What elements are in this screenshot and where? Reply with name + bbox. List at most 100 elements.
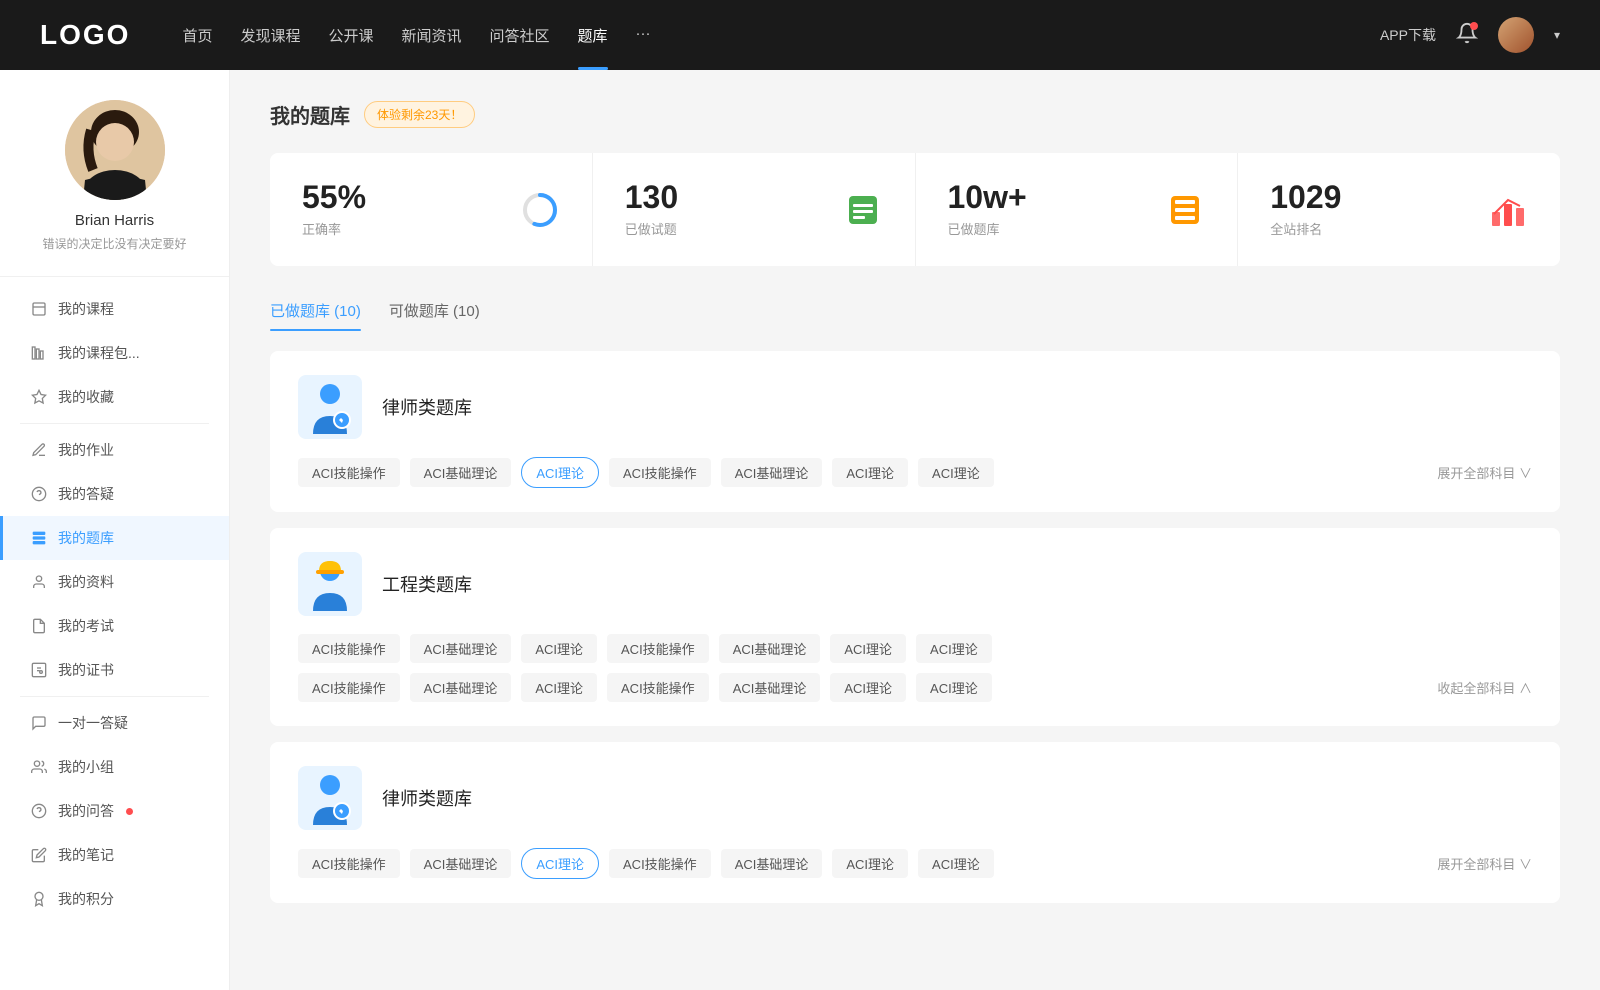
tag[interactable]: ACI技能操作: [609, 458, 711, 487]
sidebar-item-profile[interactable]: 我的资料: [0, 560, 229, 604]
packages-icon: [30, 344, 48, 362]
nav-qa[interactable]: 问答社区: [490, 25, 550, 46]
stats-row: 55% 正确率 130 已做试题: [270, 153, 1560, 266]
sidebar-item-homework[interactable]: 我的作业: [0, 428, 229, 472]
sidebar-item-courses[interactable]: 我的课程: [0, 287, 229, 331]
tag[interactable]: ACI技能操作: [298, 849, 400, 878]
notification-dot: [1470, 22, 1478, 30]
my-questions-badge: [126, 808, 133, 815]
tag[interactable]: ACI理论: [918, 849, 994, 878]
nav-question-bank[interactable]: 题库: [578, 25, 608, 46]
avatar-chevron-icon[interactable]: ▾: [1554, 28, 1560, 42]
expand-link-lawyer1[interactable]: 展开全部科目 ∨: [1437, 463, 1532, 482]
sidebar-item-certificates[interactable]: 我的证书: [0, 648, 229, 692]
tag[interactable]: ACI技能操作: [298, 673, 400, 702]
packages-label: 我的课程包...: [58, 343, 140, 363]
stat-ranking: 1029 全站排名: [1238, 153, 1560, 266]
tag[interactable]: ACI理论: [832, 849, 908, 878]
profile-avatar: [65, 100, 165, 200]
tag[interactable]: ACI基础理论: [410, 634, 512, 663]
lawyer2-name: 律师类题库: [382, 785, 472, 811]
tag[interactable]: ACI技能操作: [298, 458, 400, 487]
ranking-value: 1029: [1270, 181, 1472, 213]
tag[interactable]: ACI技能操作: [298, 634, 400, 663]
tag[interactable]: ACI技能操作: [609, 849, 711, 878]
page-layout: Brian Harris 错误的决定比没有决定要好 我的课程 我的课程包...: [0, 70, 1600, 990]
stat-accuracy: 55% 正确率: [270, 153, 593, 266]
homework-icon: [30, 441, 48, 459]
notification-bell[interactable]: [1456, 22, 1478, 49]
profile-label: 我的资料: [58, 572, 114, 592]
tag[interactable]: ACI理论: [832, 458, 908, 487]
tab-available-banks[interactable]: 可做题库 (10): [389, 290, 480, 331]
page-title: 我的题库: [270, 100, 350, 129]
sidebar-username: Brian Harris: [20, 212, 209, 229]
tag[interactable]: ACI基础理论: [410, 458, 512, 487]
tag[interactable]: ACI基础理论: [719, 634, 821, 663]
sidebar-item-groups[interactable]: 我的小组: [0, 745, 229, 789]
ranking-icon: [1488, 190, 1528, 230]
tutoring-label: 一对一答疑: [58, 713, 128, 733]
lawyer2-icon: [298, 766, 362, 830]
tag[interactable]: ACI基础理论: [410, 849, 512, 878]
tabs: 已做题库 (10) 可做题库 (10): [270, 290, 1560, 331]
sidebar-item-question-bank[interactable]: 我的题库: [0, 516, 229, 560]
tag[interactable]: ACI理论: [916, 634, 992, 663]
profile-icon: [30, 573, 48, 591]
favorites-label: 我的收藏: [58, 387, 114, 407]
sidebar-item-packages[interactable]: 我的课程包...: [0, 331, 229, 375]
done-questions-icon: [843, 190, 883, 230]
nav-more[interactable]: ···: [636, 25, 651, 46]
divider-1: [20, 423, 209, 424]
question-bank-label: 我的题库: [58, 528, 114, 548]
logo[interactable]: LOGO: [40, 19, 130, 51]
tag-active[interactable]: ACI理论: [521, 457, 599, 488]
tag[interactable]: ACI技能操作: [607, 673, 709, 702]
nav-links: 首页 发现课程 公开课 新闻资讯 问答社区 题库 ···: [182, 25, 1348, 46]
stat-done-banks: 10w+ 已做题库: [916, 153, 1239, 266]
bank-card-lawyer2: 律师类题库 ACI技能操作 ACI基础理论 ACI理论 ACI技能操作 ACI基…: [270, 742, 1560, 903]
tag[interactable]: ACI理论: [521, 673, 597, 702]
tag[interactable]: ACI基础理论: [721, 458, 823, 487]
sidebar-item-qa[interactable]: 我的答疑: [0, 472, 229, 516]
tag[interactable]: ACI基础理论: [719, 673, 821, 702]
tag[interactable]: ACI理论: [830, 673, 906, 702]
stat-done-questions: 130 已做试题: [593, 153, 916, 266]
lawyer1-name: 律师类题库: [382, 394, 472, 420]
done-questions-value: 130: [625, 181, 827, 213]
tag-active[interactable]: ACI理论: [521, 848, 599, 879]
sidebar-item-points[interactable]: 我的积分: [0, 877, 229, 921]
exams-label: 我的考试: [58, 616, 114, 636]
nav-open-course[interactable]: 公开课: [328, 25, 373, 46]
sidebar-item-exams[interactable]: 我的考试: [0, 604, 229, 648]
tag[interactable]: ACI理论: [918, 458, 994, 487]
tag[interactable]: ACI理论: [521, 634, 597, 663]
trial-badge: 体验剩余23天！: [364, 101, 475, 128]
notes-icon: [30, 846, 48, 864]
sidebar-item-favorites[interactable]: 我的收藏: [0, 375, 229, 419]
tag[interactable]: ACI基础理论: [721, 849, 823, 878]
sidebar-item-tutoring[interactable]: 一对一答疑: [0, 701, 229, 745]
tag[interactable]: ACI理论: [916, 673, 992, 702]
tag[interactable]: ACI技能操作: [607, 634, 709, 663]
sidebar-item-my-questions[interactable]: 我的问答: [0, 789, 229, 833]
points-label: 我的积分: [58, 889, 114, 909]
collapse-link-engineer[interactable]: 收起全部科目 ∧: [1437, 678, 1532, 697]
tag[interactable]: ACI基础理论: [410, 673, 512, 702]
nav-home[interactable]: 首页: [182, 25, 212, 46]
nav-news[interactable]: 新闻资讯: [402, 25, 462, 46]
tag[interactable]: ACI理论: [830, 634, 906, 663]
bank-card-lawyer1: 律师类题库 ACI技能操作 ACI基础理论 ACI理论 ACI技能操作 ACI基…: [270, 351, 1560, 512]
sidebar-menu: 我的课程 我的课程包... 我的收藏 我的作业: [0, 277, 229, 931]
my-questions-icon: [30, 802, 48, 820]
nav-discover[interactable]: 发现课程: [240, 25, 300, 46]
nav-right: APP下载 ▾: [1380, 17, 1560, 53]
sidebar-item-notes[interactable]: 我的笔记: [0, 833, 229, 877]
expand-link-lawyer2[interactable]: 展开全部科目 ∨: [1437, 854, 1532, 873]
courses-label: 我的课程: [58, 299, 114, 319]
tab-done-banks[interactable]: 已做题库 (10): [270, 290, 361, 331]
app-download-link[interactable]: APP下载: [1380, 25, 1436, 45]
user-avatar[interactable]: [1498, 17, 1534, 53]
sidebar: Brian Harris 错误的决定比没有决定要好 我的课程 我的课程包...: [0, 70, 230, 990]
accuracy-label: 正确率: [302, 219, 504, 238]
